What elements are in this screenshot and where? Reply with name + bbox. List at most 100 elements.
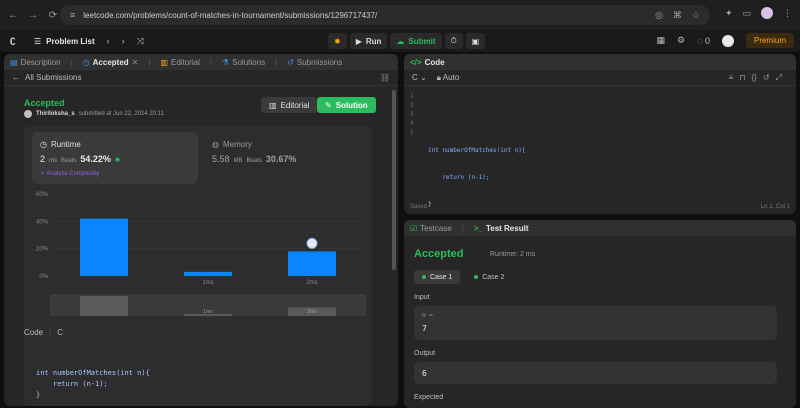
overview-bar (80, 296, 128, 316)
bookmark-icon[interactable]: ⊓ (739, 73, 745, 83)
editor-code-area[interactable]: int numberOfMatches(int n){ return (n-1)… (428, 92, 526, 214)
sparkle-icon: ✧ (40, 171, 46, 177)
reload-icon[interactable]: ⟳ (46, 8, 60, 22)
problem-list-button[interactable]: ☰ Problem List (34, 37, 95, 46)
tab-solutions[interactable]: ⚗ Solutions (222, 58, 265, 67)
code-label: Code (24, 328, 44, 337)
format-icon[interactable]: ≡ (729, 73, 734, 83)
analyze-complexity-link[interactable]: ✧ Analyze Complexity (40, 170, 99, 177)
user-avatar[interactable] (721, 34, 734, 47)
tab-code[interactable]: </> Code (410, 58, 445, 67)
case-1-tab[interactable]: Case 1 (414, 270, 461, 284)
result-tabbar: ☑ Testcase | >_ Test Result (404, 220, 796, 236)
eye-off-icon[interactable]: ◎ (655, 10, 663, 21)
result-status: Accepted (414, 248, 464, 260)
tab-divider: | (209, 57, 212, 67)
description-icon: ▤ (10, 57, 18, 67)
notes-icon[interactable]: ▣ (465, 33, 486, 49)
input-label: Input (414, 294, 430, 301)
result-runtime: Runtime: 2 ms (490, 251, 536, 258)
tab-accepted[interactable]: ◷ Accepted ✕ (83, 58, 139, 67)
your-submission-avatar[interactable] (306, 237, 318, 249)
run-button[interactable]: ▶ Run (349, 33, 388, 49)
check-circle-icon: ◷ (82, 57, 90, 67)
chart-bar[interactable] (184, 271, 232, 276)
layout-icon[interactable]: ▦ (657, 35, 666, 46)
leetcode-header: ʗ ☰ Problem List ‹ › ⤨ ✸ ▶ Run ☁ Submit … (0, 30, 800, 52)
memory-unit: MB (233, 158, 243, 164)
editor-line: int numberOfMatches(int n){ (428, 147, 526, 154)
tab-editorial[interactable]: ▥ Editorial (160, 58, 199, 67)
editor-line: return (n-1); (428, 174, 490, 181)
tab-testcase[interactable]: ☑ Testcase (410, 224, 452, 233)
braces-icon[interactable]: {} (752, 73, 757, 83)
submit-button[interactable]: ☁ Submit (390, 33, 442, 49)
profile-avatar[interactable] (761, 7, 773, 19)
settings-icon[interactable]: ⚙ (677, 35, 685, 46)
memory-beats-label: Beats (246, 158, 262, 164)
overview-label: 2ms (307, 309, 317, 315)
share-link-icon[interactable]: ⛓ (380, 73, 390, 82)
chart-bar[interactable] (80, 218, 128, 276)
fullscreen-icon[interactable]: ⤢ (776, 73, 782, 83)
tab-search-icon[interactable]: ▭ (742, 8, 751, 19)
runtime-value-row: 2 ms Beats 54.22% ♣ (40, 154, 120, 164)
chart-bar[interactable] (288, 251, 336, 276)
left-scrollbar[interactable] (392, 90, 396, 270)
site-info-icon[interactable]: ≡ (70, 10, 75, 20)
fire-icon: ◌ (697, 35, 703, 46)
auto-mode-toggle[interactable]: 🔒︎ Auto (437, 73, 460, 83)
browser-toolbar: ← → ⟳ ≡ leetcode.com/problems/count-of-m… (0, 0, 800, 30)
shuffle-icon[interactable]: ⤨ (137, 36, 144, 47)
input-box[interactable]: n = 7 (414, 306, 777, 340)
premium-button[interactable]: Premium (745, 33, 794, 48)
leetcode-logo-icon[interactable]: ʗ (10, 35, 22, 47)
close-tab-icon[interactable]: ✕ (132, 58, 139, 67)
memory-title: Memory (222, 140, 252, 149)
pass-dot (474, 275, 479, 279)
timer-icon[interactable]: ⏱ (444, 33, 463, 49)
extensions-icon[interactable]: ✦ (725, 8, 733, 19)
terminal-icon: >_ (473, 223, 483, 233)
left-tabbar: ▤ Description | ◷ Accepted ✕ | ▥ Editori… (4, 54, 398, 70)
tab-description[interactable]: ▤ Description (10, 58, 61, 67)
all-submissions-link[interactable]: All Submissions (25, 73, 81, 82)
tab-test-result[interactable]: >_ Test Result (474, 224, 529, 233)
prev-problem-icon[interactable]: ‹ (107, 36, 110, 47)
memory-value-row: 5.58 MB Beats 30.67% (212, 154, 296, 164)
solution-button[interactable]: ✎ Solution (317, 97, 376, 113)
history-icon: ↺ (287, 57, 294, 67)
debug-button[interactable]: ✸ (328, 33, 347, 49)
output-value: 6 (422, 369, 427, 378)
output-box[interactable]: 6 (414, 362, 777, 384)
edit-icon: ✎ (325, 100, 332, 110)
submission-status: Accepted (24, 98, 65, 108)
expected-label: Expected (414, 394, 444, 401)
back-icon[interactable]: ← (6, 8, 20, 22)
cloud-upload-icon: ☁ (396, 36, 405, 46)
editorial-button[interactable]: ▥ Editorial (261, 97, 318, 113)
tab-divider: | (461, 223, 464, 233)
forward-icon[interactable]: → (26, 8, 40, 22)
submitter-name[interactable]: Thiriloksha_s (36, 111, 75, 117)
code-line: } (36, 391, 41, 399)
memory-value: 5.58 (212, 154, 230, 164)
menu-icon[interactable]: ⋮ (783, 8, 792, 19)
case-2-tab[interactable]: Case 2 (466, 270, 512, 284)
memory-card[interactable]: ◍ Memory 5.58 MB Beats 30.67% (204, 132, 364, 184)
submitted-code[interactable]: int numberOfMatches(int n){ return (n-1)… (24, 342, 372, 406)
next-problem-icon[interactable]: › (122, 36, 125, 47)
back-arrow-icon[interactable]: ← (12, 73, 20, 82)
tab-submissions[interactable]: ↺ Submissions (287, 58, 342, 67)
overview-label: 1ms (203, 309, 213, 315)
code-brackets-icon: </> (410, 57, 422, 67)
reset-icon[interactable]: ↺ (763, 73, 770, 83)
bookmark-star-icon[interactable]: ☆ (692, 10, 700, 21)
code-language: C (57, 328, 63, 337)
language-select[interactable]: C ⌄ (412, 73, 427, 82)
translate-icon[interactable]: ⌘ (673, 10, 682, 21)
runtime-card[interactable]: ◷ Runtime 2 ms Beats 54.22% ♣ ✧ Analyze … (32, 132, 198, 184)
coins-counter[interactable]: ◌ 0 (697, 36, 710, 46)
address-bar[interactable]: ≡ leetcode.com/problems/count-of-matches… (60, 5, 710, 25)
runtime-title: Runtime (50, 140, 81, 149)
